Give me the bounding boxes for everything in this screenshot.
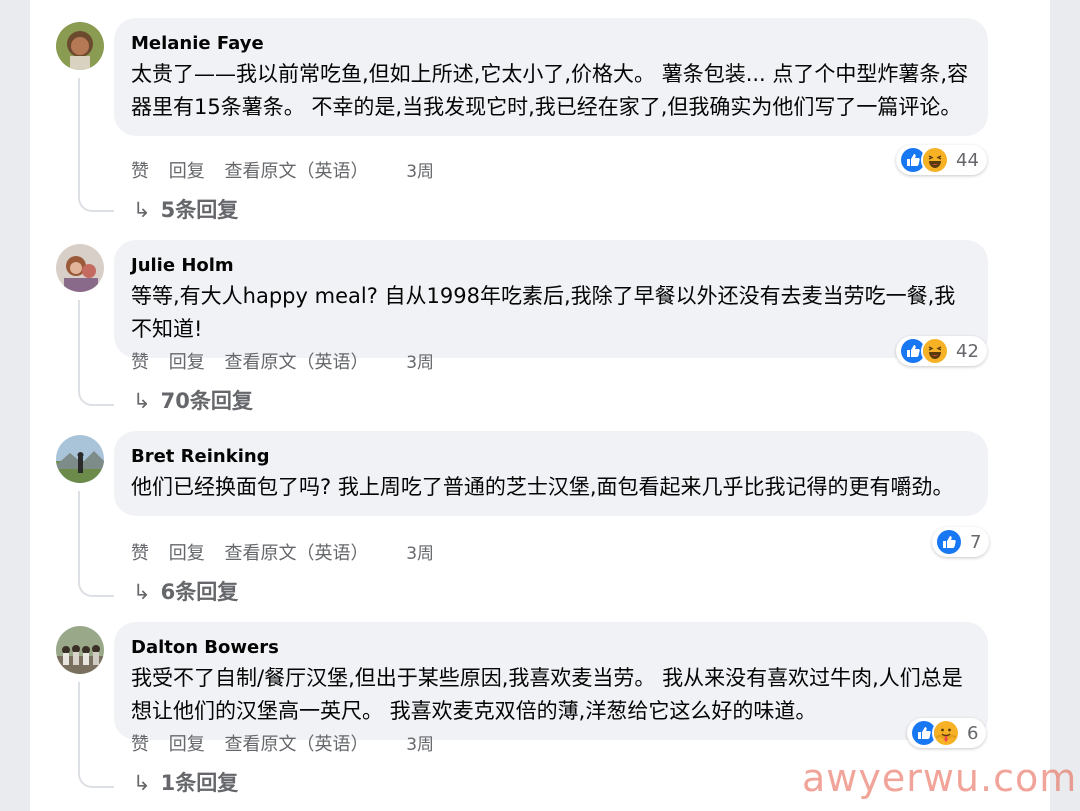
comment: Bret Reinking 他们已经换面包了吗? 我上周吃了普通的芝士汉堡,面包… <box>30 413 1050 613</box>
reaction-summary[interactable]: 7 <box>932 527 990 557</box>
avatar[interactable] <box>56 22 104 70</box>
timestamp[interactable]: 3周 <box>406 735 434 755</box>
like-icon <box>935 528 963 556</box>
reply-arrow-icon: ↳ <box>133 580 151 604</box>
comment-bubble: Dalton Bowers 我受不了自制/餐厅汉堡,但出于某些原因,我喜欢麦当劳… <box>114 622 988 740</box>
reply-arrow-icon: ↳ <box>133 198 151 222</box>
thread-line <box>78 682 114 788</box>
avatar[interactable] <box>56 244 104 292</box>
thread-line <box>78 78 114 212</box>
see-original-button[interactable]: 查看原文（英语） <box>224 543 368 564</box>
see-original-button[interactable]: 查看原文（英语） <box>224 734 368 755</box>
replies-label: 1条回复 <box>160 771 239 795</box>
reply-arrow-icon: ↳ <box>133 771 151 795</box>
reaction-summary[interactable]: 42 <box>896 336 987 366</box>
view-replies-link[interactable]: ↳ 6条回复 <box>133 578 238 606</box>
reply-button[interactable]: 回复 <box>169 352 205 373</box>
view-replies-link[interactable]: ↳ 5条回复 <box>133 196 238 224</box>
haha-icon <box>921 337 949 365</box>
thread-line <box>78 491 114 597</box>
like-button[interactable]: 赞 <box>131 352 149 373</box>
care-icon <box>932 719 960 747</box>
replies-label: 6条回复 <box>160 580 239 604</box>
view-replies-link[interactable]: ↳ 1条回复 <box>133 769 238 797</box>
comment-bubble: Bret Reinking 他们已经换面包了吗? 我上周吃了普通的芝士汉堡,面包… <box>114 431 988 516</box>
reaction-count: 44 <box>956 149 979 171</box>
reaction-count: 7 <box>970 531 982 553</box>
comment-actions: 赞 回复 查看原文（英语） 3周 <box>131 351 448 375</box>
haha-icon <box>921 146 949 174</box>
avatar[interactable] <box>56 626 104 674</box>
comment: Melanie Faye 太贵了——我以前常吃鱼,但如上所述,它太小了,价格大。… <box>30 0 1050 222</box>
comment-text: 他们已经换面包了吗? 我上周吃了普通的芝士汉堡,面包看起来几乎比我记得的更有嚼劲… <box>131 475 954 499</box>
like-button[interactable]: 赞 <box>131 734 149 755</box>
like-button[interactable]: 赞 <box>131 161 149 182</box>
reaction-summary[interactable]: 6 <box>907 718 987 748</box>
reply-arrow-icon: ↳ <box>133 389 151 413</box>
reaction-count: 42 <box>956 340 979 362</box>
comment-text: 我受不了自制/餐厅汉堡,但出于某些原因,我喜欢麦当劳。 我从来没有喜欢过牛肉,人… <box>131 666 963 723</box>
see-original-button[interactable]: 查看原文（英语） <box>224 161 368 182</box>
see-original-button[interactable]: 查看原文（英语） <box>224 352 368 373</box>
replies-label: 5条回复 <box>160 198 239 222</box>
reply-button[interactable]: 回复 <box>169 543 205 564</box>
view-replies-link[interactable]: ↳ 70条回复 <box>133 387 253 415</box>
site-watermark: awyerwu.com <box>802 756 1078 800</box>
comment-actions: 赞 回复 查看原文（英语） 3周 <box>131 160 448 184</box>
thread-line <box>78 300 114 406</box>
comment-actions: 赞 回复 查看原文（英语） 3周 <box>131 542 448 566</box>
comment-author[interactable]: Dalton Bowers <box>131 638 970 658</box>
like-button[interactable]: 赞 <box>131 543 149 564</box>
comment-text: 太贵了——我以前常吃鱼,但如上所述,它太小了,价格大。 薯条包装... 点了个中… <box>131 62 969 119</box>
reaction-summary[interactable]: 44 <box>896 145 987 175</box>
comment-actions: 赞 回复 查看原文（英语） 3周 <box>131 733 448 757</box>
comment-text: 等等,有大人happy meal? 自从1998年吃素后,我除了早餐以外还没有去… <box>131 284 956 341</box>
timestamp[interactable]: 3周 <box>406 162 434 182</box>
replies-label: 70条回复 <box>160 389 253 413</box>
reply-button[interactable]: 回复 <box>169 734 205 755</box>
reply-button[interactable]: 回复 <box>169 161 205 182</box>
comment-bubble: Melanie Faye 太贵了——我以前常吃鱼,但如上所述,它太小了,价格大。… <box>114 18 988 136</box>
comment-author[interactable]: Bret Reinking <box>131 447 970 467</box>
timestamp[interactable]: 3周 <box>406 544 434 564</box>
comment-bubble: Julie Holm 等等,有大人happy meal? 自从1998年吃素后,… <box>114 240 988 358</box>
comment-author[interactable]: Melanie Faye <box>131 34 970 54</box>
comments-panel: Melanie Faye 太贵了——我以前常吃鱼,但如上所述,它太小了,价格大。… <box>30 0 1050 811</box>
comment-author[interactable]: Julie Holm <box>131 256 970 276</box>
reaction-count: 6 <box>967 722 979 744</box>
avatar[interactable] <box>56 435 104 483</box>
comment: Julie Holm 等等,有大人happy meal? 自从1998年吃素后,… <box>30 222 1050 422</box>
timestamp[interactable]: 3周 <box>406 353 434 373</box>
